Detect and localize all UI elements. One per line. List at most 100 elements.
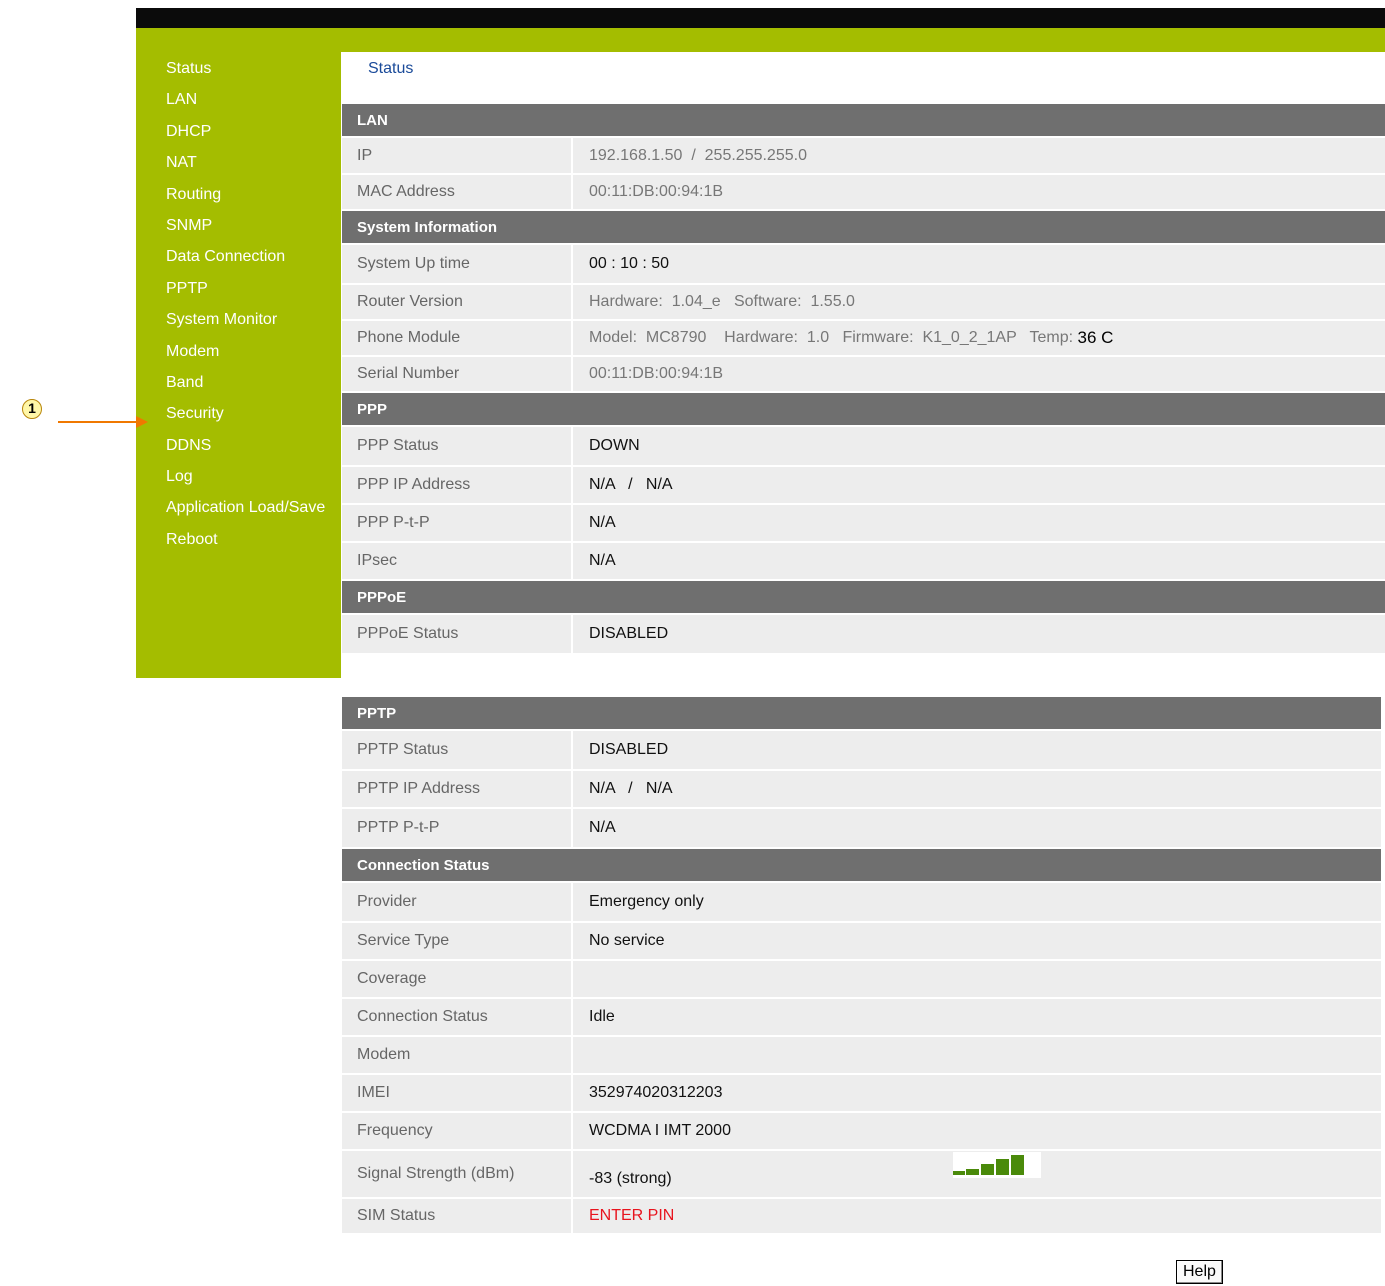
sidebar-item-dhcp[interactable]: DHCP bbox=[166, 120, 341, 151]
section-header-connection-status: Connection Status bbox=[342, 849, 1381, 883]
row-label: MAC Address bbox=[342, 175, 573, 209]
signal-bar bbox=[981, 1164, 994, 1175]
table-row: Service Type No service bbox=[342, 923, 1381, 961]
sidebar-item-application-load-save[interactable]: Application Load/Save bbox=[166, 496, 341, 527]
table-row: PPPoE Status DISABLED bbox=[342, 615, 1385, 655]
status-panel-top: LAN IP 192.168.1.50 / 255.255.255.0 MAC … bbox=[342, 104, 1385, 655]
row-label: Serial Number bbox=[342, 357, 573, 391]
row-label: Modem bbox=[342, 1037, 573, 1073]
row-label: PPTP IP Address bbox=[342, 771, 573, 807]
table-row: Phone Module Model: MC8790 Hardware: 1.0… bbox=[342, 321, 1385, 357]
table-row: PPP P-t-P N/A bbox=[342, 505, 1385, 543]
sidebar-item-band[interactable]: Band bbox=[166, 371, 341, 402]
table-row: Connection Status Idle bbox=[342, 999, 1381, 1037]
table-row: Frequency WCDMA I IMT 2000 bbox=[342, 1113, 1381, 1151]
callout-arrow-icon bbox=[136, 416, 148, 428]
row-value: 192.168.1.50 / 255.255.255.0 bbox=[573, 138, 1385, 173]
table-row: PPTP IP Address N/A / N/A bbox=[342, 771, 1381, 809]
table-row: IPsec N/A bbox=[342, 543, 1385, 581]
row-label: PPTP Status bbox=[342, 731, 573, 769]
row-label: IMEI bbox=[342, 1075, 573, 1111]
row-value: Model: MC8790 Hardware: 1.0 Firmware: K1… bbox=[573, 321, 1385, 355]
row-value: Emergency only bbox=[573, 883, 1381, 921]
row-value: N/A bbox=[573, 809, 1381, 847]
sidebar-item-lan[interactable]: LAN bbox=[166, 88, 341, 119]
section-header-system-information: System Information bbox=[342, 211, 1385, 245]
table-row: Modem bbox=[342, 1037, 1381, 1075]
row-value: 00:11:DB:00:94:1B bbox=[573, 175, 1385, 209]
row-label: Service Type bbox=[342, 923, 573, 959]
sidebar-item-modem[interactable]: Modem bbox=[166, 340, 341, 371]
table-row: PPP IP Address N/A / N/A bbox=[342, 467, 1385, 505]
row-label: PPP Status bbox=[342, 427, 573, 465]
table-row: SIM Status ENTER PIN bbox=[342, 1199, 1381, 1235]
section-header-lan: LAN bbox=[342, 104, 1385, 138]
row-value: WCDMA I IMT 2000 bbox=[573, 1113, 1381, 1149]
sidebar-item-snmp[interactable]: SNMP bbox=[166, 214, 341, 245]
row-label: PPTP P-t-P bbox=[342, 809, 573, 847]
row-value: DOWN bbox=[573, 427, 1385, 465]
row-label: Coverage bbox=[342, 961, 573, 997]
sidebar-item-security[interactable]: Security bbox=[166, 402, 341, 433]
table-row: PPTP P-t-P N/A bbox=[342, 809, 1381, 849]
section-header-pptp: PPTP bbox=[342, 697, 1381, 731]
row-value: -83 (strong) bbox=[573, 1151, 1381, 1197]
row-label: Signal Strength (dBm) bbox=[342, 1151, 573, 1197]
row-value: N/A / N/A bbox=[573, 467, 1385, 503]
row-value: N/A bbox=[573, 505, 1385, 541]
sidebar-item-ddns[interactable]: DDNS bbox=[166, 434, 341, 465]
row-label: PPPoE Status bbox=[342, 615, 573, 653]
sidebar-item-system-monitor[interactable]: System Monitor bbox=[166, 308, 341, 339]
sidebar-item-nat[interactable]: NAT bbox=[166, 151, 341, 182]
section-header-ppp: PPP bbox=[342, 393, 1385, 427]
row-value: 00:11:DB:00:94:1B bbox=[573, 357, 1385, 391]
row-label: PPP P-t-P bbox=[342, 505, 573, 541]
sidebar-item-data-connection[interactable]: Data Connection bbox=[166, 245, 341, 276]
table-row: PPTP Status DISABLED bbox=[342, 731, 1381, 771]
breadcrumb: Status bbox=[368, 60, 414, 77]
sidebar-nav: Status LAN DHCP NAT Routing SNMP Data Co… bbox=[136, 52, 341, 678]
signal-bar bbox=[1011, 1155, 1024, 1175]
header-bar bbox=[136, 28, 1385, 52]
table-row: IP 192.168.1.50 / 255.255.255.0 bbox=[342, 138, 1385, 175]
table-row: Coverage bbox=[342, 961, 1381, 999]
row-label: Provider bbox=[342, 883, 573, 921]
signal-bar bbox=[953, 1171, 965, 1175]
row-label: Phone Module bbox=[342, 321, 573, 355]
top-banner bbox=[136, 8, 1385, 28]
table-row: Provider Emergency only bbox=[342, 883, 1381, 923]
row-label: Connection Status bbox=[342, 999, 573, 1035]
sidebar-item-log[interactable]: Log bbox=[166, 465, 341, 496]
sidebar-item-pptp[interactable]: PPTP bbox=[166, 277, 341, 308]
table-row: System Up time 00 : 10 : 50 bbox=[342, 245, 1385, 285]
row-value bbox=[573, 961, 1381, 997]
row-value bbox=[573, 1037, 1381, 1073]
sidebar-item-routing[interactable]: Routing bbox=[166, 183, 341, 214]
row-value: DISABLED bbox=[573, 731, 1381, 769]
table-row: MAC Address 00:11:DB:00:94:1B bbox=[342, 175, 1385, 211]
row-value: N/A / N/A bbox=[573, 771, 1381, 807]
row-label: IP bbox=[342, 138, 573, 173]
section-header-pppoe: PPPoE bbox=[342, 581, 1385, 615]
signal-bar bbox=[996, 1159, 1009, 1175]
table-row: Router Version Hardware: 1.04_e Software… bbox=[342, 285, 1385, 321]
help-button[interactable]: Help bbox=[1176, 1260, 1223, 1284]
row-value: 352974020312203 bbox=[573, 1075, 1381, 1111]
table-row: Signal Strength (dBm) -83 (strong) bbox=[342, 1151, 1381, 1199]
phone-module-info: Model: MC8790 Hardware: 1.0 Firmware: K1… bbox=[589, 329, 1078, 346]
sidebar-item-status[interactable]: Status bbox=[166, 57, 341, 88]
table-row: Serial Number 00:11:DB:00:94:1B bbox=[342, 357, 1385, 393]
callout-arrow-line bbox=[58, 421, 138, 423]
row-value: 00 : 10 : 50 bbox=[573, 245, 1385, 283]
signal-strength-value: -83 (strong) bbox=[589, 1170, 672, 1187]
row-label: SIM Status bbox=[342, 1199, 573, 1233]
table-row: PPP Status DOWN bbox=[342, 427, 1385, 467]
phone-module-temp: 36 C bbox=[1077, 328, 1114, 347]
row-label: PPP IP Address bbox=[342, 467, 573, 503]
row-label: Frequency bbox=[342, 1113, 573, 1149]
callout-number-badge: 1 bbox=[22, 399, 42, 419]
row-label: Router Version bbox=[342, 285, 573, 319]
table-row: IMEI 352974020312203 bbox=[342, 1075, 1381, 1113]
row-label: IPsec bbox=[342, 543, 573, 579]
sidebar-item-reboot[interactable]: Reboot bbox=[166, 528, 341, 559]
